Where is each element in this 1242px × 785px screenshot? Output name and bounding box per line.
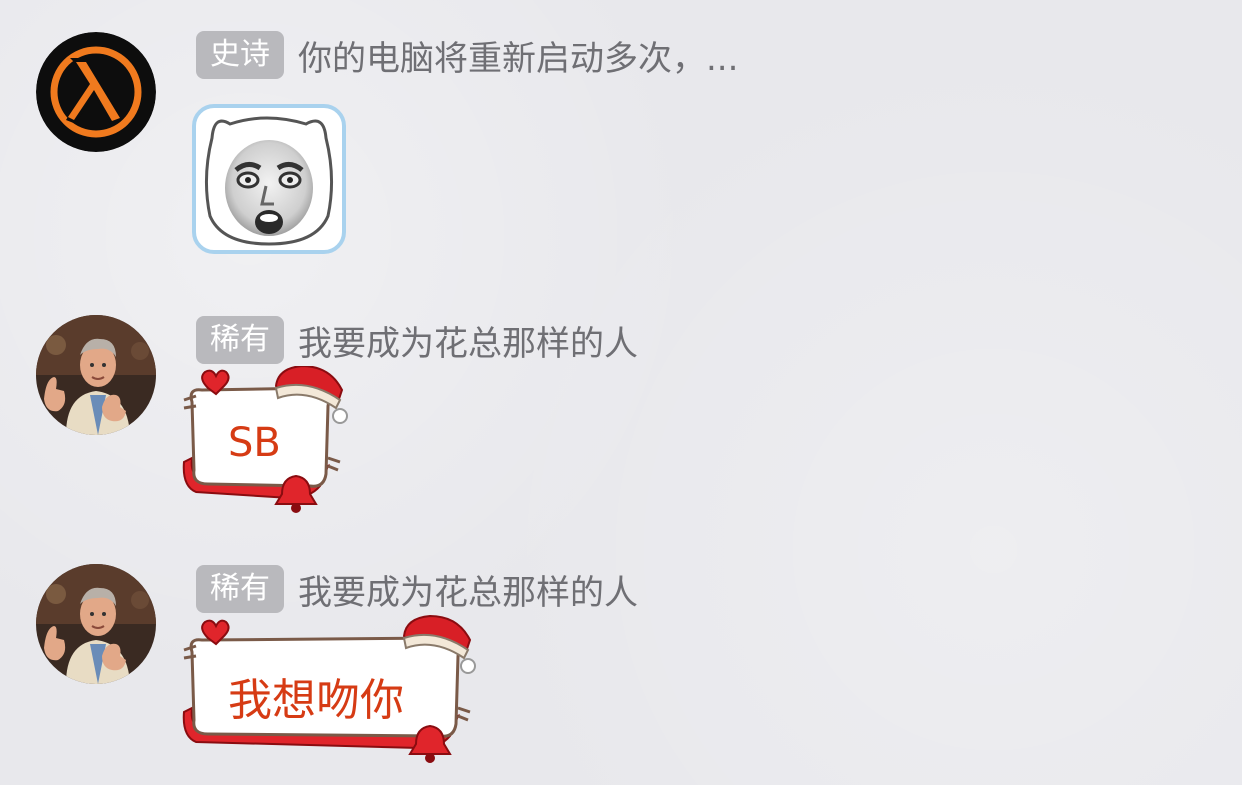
sticker-bubble[interactable] — [192, 104, 346, 254]
rank-badge: 史诗 — [196, 31, 284, 79]
sender-name[interactable]: 我要成为花总那样的人 — [298, 565, 638, 614]
sender-name[interactable]: 你的电脑将重新启动多次，... — [298, 31, 738, 80]
half-life-lambda-icon — [36, 32, 156, 152]
avatar-man[interactable] — [36, 564, 156, 684]
avatar-lambda[interactable] — [36, 32, 156, 152]
message-1-header: 史诗 你的电脑将重新启动多次，... — [196, 30, 738, 80]
man-thumbs-up-photo — [36, 315, 156, 435]
rank-badge: 稀有 — [196, 316, 284, 364]
avatar-man[interactable] — [36, 315, 156, 435]
festive-text: SB — [228, 420, 281, 466]
festive-text: 我想吻你 — [228, 675, 404, 726]
chat-area: 史诗 你的电脑将重新启动多次，... 稀有 我要成为花总那样的人 SB 稀有 我… — [0, 0, 1242, 785]
festive-bubble[interactable]: SB — [178, 366, 348, 520]
man-thumbs-up-photo — [36, 564, 156, 684]
rank-badge: 稀有 — [196, 565, 284, 613]
message-2-header: 稀有 我要成为花总那样的人 — [196, 315, 638, 365]
shocked-face-sticker — [204, 116, 334, 246]
message-3-header: 稀有 我要成为花总那样的人 — [196, 564, 638, 614]
festive-bubble[interactable]: 我想吻你 — [178, 614, 478, 770]
sender-name[interactable]: 我要成为花总那样的人 — [298, 316, 638, 365]
